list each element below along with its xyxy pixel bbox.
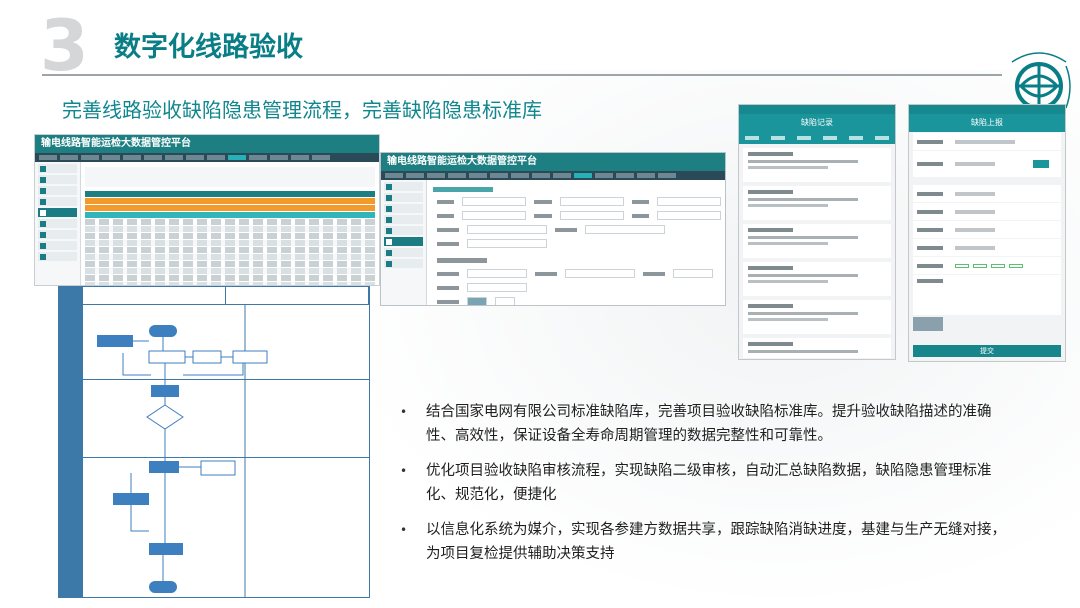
bullet-dot-icon: • — [400, 523, 408, 537]
window-title: 输电线路智能运检大数据管控平台 — [35, 135, 379, 153]
title-divider — [42, 74, 1002, 76]
window-menu — [35, 153, 379, 162]
list-item — [743, 338, 891, 358]
bullet-list: • 结合国家电网有限公司标准缺陷库，完善项目验收缺陷标准库。提升验收缺陷描述的准确… — [396, 400, 1016, 577]
slide: { "header": { "section_number": "3", "ti… — [0, 0, 1080, 608]
bullet-item: • 以信息化系统为媒介，实现各参建方数据共享，跟踪缺陷消缺进度，基建与生产无缝对接… — [396, 518, 1016, 566]
mobile-defect-list-screenshot: 缺陷记录 — [738, 104, 896, 360]
flowchart-diagram — [97, 305, 268, 597]
bullet-text: 结合国家电网有限公司标准缺陷库，完善项目验收缺陷标准库。提升验收缺陷描述的准确性… — [426, 404, 992, 444]
data-table-preview — [85, 167, 375, 285]
list-item — [743, 262, 891, 296]
bullet-item: • 结合国家电网有限公司标准缺陷库，完善项目验收缺陷标准库。提升验收缺陷描述的准确… — [396, 400, 1016, 448]
window-sidebar — [35, 162, 81, 285]
submit-button[interactable]: 提交 — [913, 345, 1061, 357]
platform-form-screenshot: 输电线路智能运检大数据管控平台 — [380, 152, 726, 306]
form-fields-preview — [431, 183, 721, 305]
bullet-text: 以信息化系统为媒介，实现各参建方数据共享，跟踪缺陷消缺进度，基建与生产无缝对接，… — [426, 522, 1006, 562]
list-item — [743, 224, 891, 258]
bullet-dot-icon: • — [400, 405, 408, 419]
bullet-item: • 优化项目验收缺陷审核流程，实现缺陷二级审核，自动汇总缺陷数据，缺陷隐患管理标准… — [396, 459, 1016, 507]
form-window-title: 输电线路智能运检大数据管控平台 — [381, 153, 725, 171]
platform-table-screenshot: 输电线路智能运检大数据管控平台 — [34, 134, 380, 286]
form-window-menu — [381, 171, 725, 180]
submit-button-label: 提交 — [980, 347, 994, 355]
audit-flowchart-screenshot — [58, 286, 370, 598]
bullet-text: 优化项目验收缺陷审核流程，实现缺陷二级审核，自动汇总缺陷数据，缺陷隐患管理标准化… — [426, 463, 992, 503]
mobile-defect-report-screenshot: 缺陷上报 提交 — [908, 104, 1066, 362]
list-item — [743, 300, 891, 334]
subtitle: 完善线路验收缺陷隐患管理流程，完善缺陷隐患标准库 — [62, 98, 542, 122]
form-window-sidebar — [381, 180, 427, 305]
mobile-list-title: 缺陷记录 — [739, 114, 895, 132]
page-title: 数字化线路验收 — [114, 32, 303, 63]
list-item — [743, 148, 891, 182]
mobile-report-title: 缺陷上报 — [909, 114, 1065, 132]
flow-lanes — [59, 305, 83, 597]
bullet-dot-icon: • — [400, 464, 408, 478]
list-item — [743, 186, 891, 220]
